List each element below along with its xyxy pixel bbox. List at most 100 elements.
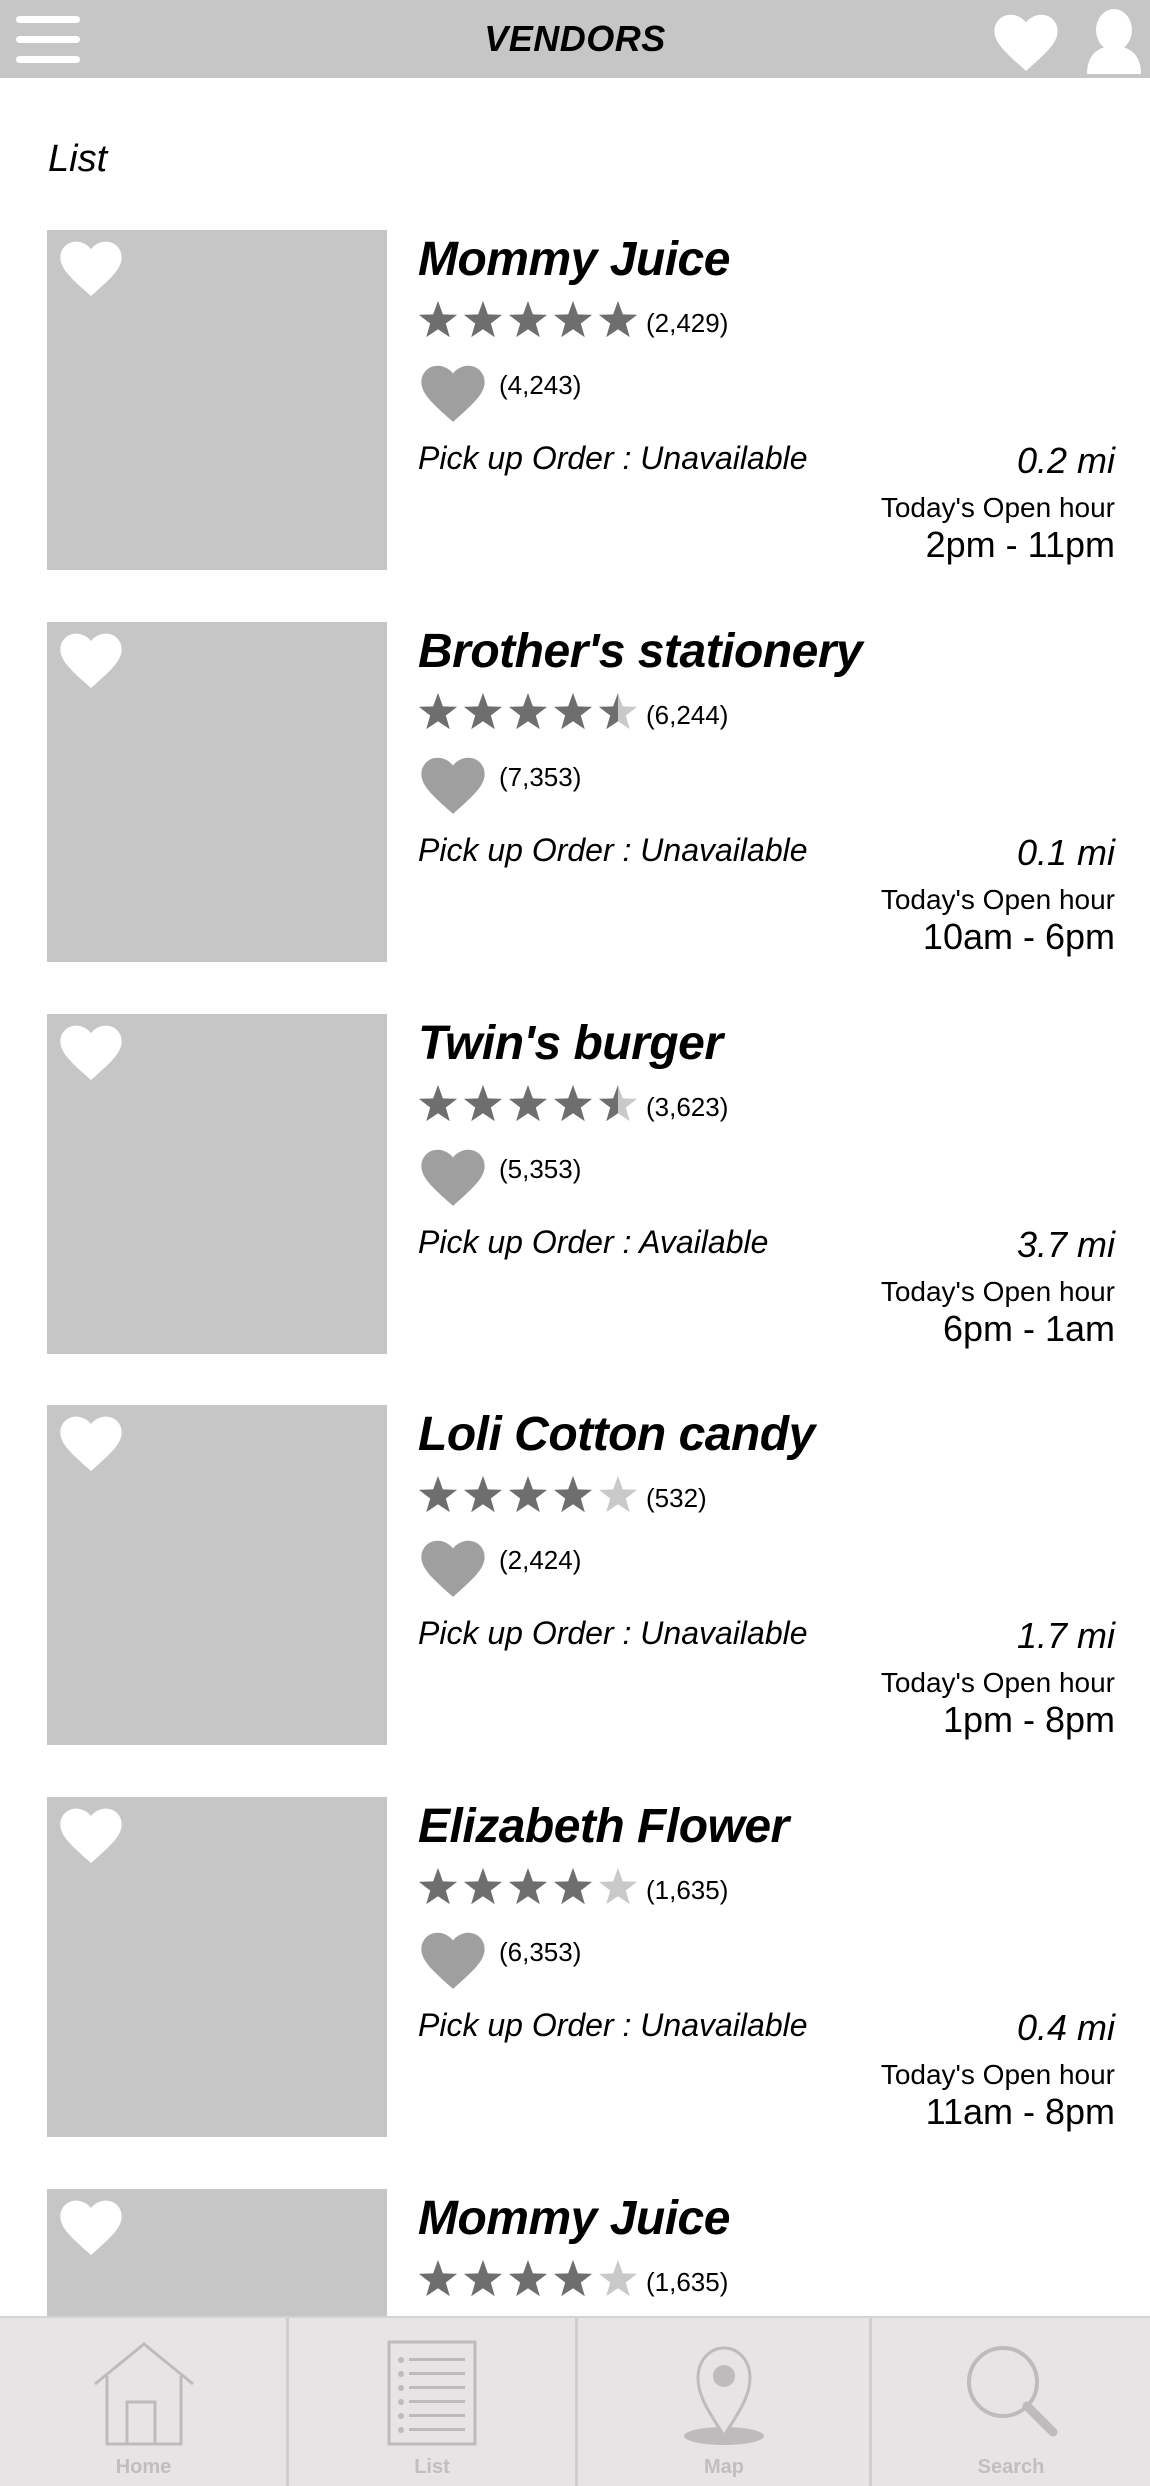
nav-search[interactable]: Search [872, 2318, 1150, 2486]
vendor-name[interactable]: Elizabeth Flower [418, 1799, 789, 1854]
nav-label: List [414, 2456, 450, 2478]
open-hour-label: Today's Open hour [880, 884, 1115, 915]
pickup-status: Pick up Order : Unavailable [418, 832, 808, 868]
rating-count: (1,635) [646, 1875, 729, 1905]
pickup-status: Pick up Order : Unavailable [418, 2007, 808, 2043]
likes-heart-icon [421, 1149, 485, 1206]
likes-heart-icon [421, 757, 485, 814]
search-icon [967, 2346, 1058, 2437]
pickup-status: Pick up Order : Available [418, 1224, 769, 1260]
vendor-card[interactable]: Mommy Juice (2,429) (4,243) Pick up Order :… [0, 230, 1150, 575]
open-hour-label: Today's Open hour [880, 1276, 1115, 1307]
star-icon [508, 693, 548, 730]
likes-count: (6,353) [499, 1937, 582, 1967]
star-icon [598, 301, 638, 338]
star-icon [553, 1868, 593, 1905]
vendor-name[interactable]: Twin's burger [418, 1016, 723, 1071]
star-icon [418, 1868, 458, 1905]
map-pin-icon [684, 2346, 764, 2445]
nav-map[interactable]: Map [578, 2318, 870, 2486]
vendor-card[interactable]: Twin's burger (3,623) (5,353) Pick up Order… [0, 1014, 1150, 1359]
vendor-name[interactable]: Mommy Juice [418, 2191, 730, 2246]
likes-heart-icon [421, 1932, 485, 1989]
star-icon [553, 301, 593, 338]
open-hour-label: Today's Open hour [880, 492, 1115, 523]
star-icon [553, 693, 593, 730]
pickup-status: Pick up Order : Unavailable [418, 440, 808, 476]
star-icon [418, 693, 458, 730]
likes-count: (7,353) [499, 762, 582, 792]
vendor-card[interactable]: Loli Cotton candy (532) (2,424) Pick up Ord… [0, 1405, 1150, 1750]
open-hour-label: Today's Open hour [880, 1667, 1115, 1698]
rating-stars [418, 2260, 638, 2297]
nav-label: Map [704, 2456, 744, 2478]
vendor-name[interactable]: Loli Cotton candy [418, 1407, 815, 1462]
star-icon [463, 1476, 503, 1513]
section-label: List [48, 138, 108, 180]
vendor-image-placeholder[interactable] [47, 1405, 387, 1745]
star-icon [553, 1085, 593, 1122]
distance: 1.7 mi [1016, 1615, 1115, 1656]
star-icon [463, 301, 503, 338]
favorite-heart-icon[interactable] [59, 1024, 123, 1080]
nav-list[interactable]: List [289, 2318, 575, 2486]
distance: 0.4 mi [1016, 2007, 1115, 2048]
vendor-card[interactable]: Brother's stationery (6,244) (7,353) Pick u… [0, 622, 1150, 967]
open-hours: 10am - 6pm [922, 916, 1115, 957]
open-hours: 11am - 8pm [925, 2091, 1115, 2132]
rating-count: (6,244) [646, 700, 729, 730]
star-icon [553, 2260, 593, 2297]
nav-home[interactable]: Home [0, 2318, 287, 2486]
likes-count: (2,424) [499, 1545, 582, 1575]
rating-stars [418, 1476, 638, 1513]
star-icon [508, 1476, 548, 1513]
star-icon [508, 1868, 548, 1905]
star-icon [463, 2260, 503, 2297]
star-icon [418, 1085, 458, 1122]
likes-count: (5,353) [499, 1154, 582, 1184]
favorite-heart-icon[interactable] [59, 1807, 123, 1863]
star-icon [418, 301, 458, 338]
nav-label: Home [115, 2456, 172, 2478]
likes-heart-icon [421, 1540, 485, 1597]
vendor-image-placeholder[interactable] [47, 230, 387, 570]
star-icon [598, 2260, 638, 2297]
vendor-card[interactable]: Elizabeth Flower (1,635) (6,353) Pick up Or… [0, 1797, 1150, 2142]
favorite-heart-icon[interactable] [59, 2199, 123, 2255]
rating-stars [418, 1868, 638, 1905]
profile-icon[interactable] [1083, 8, 1145, 74]
bottom-nav: Home List Map Search [0, 2316, 1150, 2486]
home-icon [93, 2342, 194, 2446]
vendor-name[interactable]: Brother's stationery [418, 624, 863, 679]
app-header: VENDORS [0, 0, 1150, 78]
star-icon [418, 2260, 458, 2297]
star-icon [598, 1476, 638, 1513]
rating-count: (2,429) [646, 308, 729, 338]
open-hours: 2pm - 11pm [925, 524, 1115, 565]
distance: 0.1 mi [1016, 832, 1115, 873]
favorites-heart-icon[interactable] [993, 13, 1059, 71]
vendor-image-placeholder[interactable] [47, 1797, 387, 2137]
favorite-heart-icon[interactable] [59, 1415, 123, 1471]
favorite-heart-icon[interactable] [59, 632, 123, 688]
pickup-status: Pick up Order : Unavailable [418, 1615, 808, 1651]
rating-stars [418, 301, 638, 338]
open-hour-label: Today's Open hour [880, 2059, 1115, 2090]
page-title: VENDORS [484, 18, 666, 59]
open-hours: 1pm - 8pm [942, 1699, 1115, 1740]
likes-heart-icon [421, 365, 485, 422]
star-icon [508, 1085, 548, 1122]
star-icon [463, 693, 503, 730]
distance: 0.2 mi [1016, 440, 1115, 481]
open-hours: 6pm - 1am [942, 1308, 1115, 1349]
vendor-image-placeholder[interactable] [47, 1014, 387, 1354]
star-icon [463, 1085, 503, 1122]
star-icon [508, 2260, 548, 2297]
vendor-image-placeholder[interactable] [47, 622, 387, 962]
rating-count: (1,635) [646, 2267, 729, 2297]
likes-count: (4,243) [499, 370, 582, 400]
star-icon [418, 1476, 458, 1513]
vendor-name[interactable]: Mommy Juice [418, 232, 730, 287]
favorite-heart-icon[interactable] [59, 240, 123, 296]
star-icon [463, 1868, 503, 1905]
